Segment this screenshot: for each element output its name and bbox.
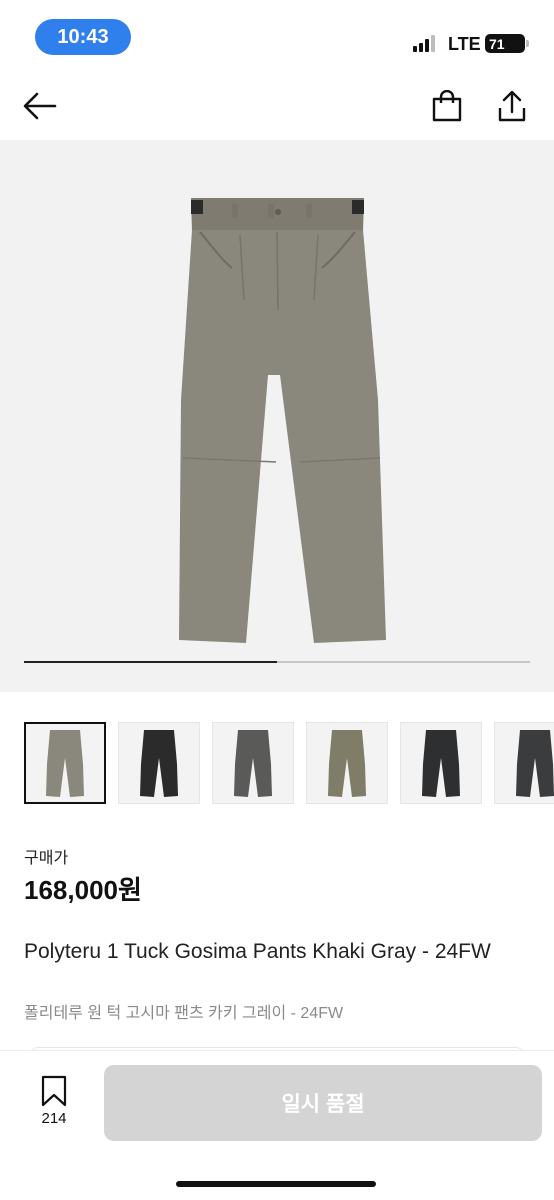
thumbnail-pants-image <box>328 730 366 797</box>
battery-icon: 71 <box>485 34 525 53</box>
signal-icon <box>413 35 435 52</box>
thumbnail-pants-image <box>234 730 272 797</box>
back-button[interactable] <box>20 86 60 126</box>
network-type: LTE <box>448 34 481 54</box>
thumbnail-pants-image <box>46 730 84 797</box>
battery-tip <box>526 40 529 47</box>
thumbnail-charcoal[interactable] <box>212 722 294 804</box>
bookmark-button[interactable]: 214 <box>30 1075 78 1135</box>
thumbnail-black-2[interactable] <box>400 722 482 804</box>
thumbnail-black[interactable] <box>118 722 200 804</box>
home-indicator <box>176 1181 376 1187</box>
price-label: 구매가 <box>24 850 69 867</box>
cart-button[interactable] <box>427 86 467 126</box>
status-time: 10:43 <box>35 19 131 55</box>
bookmark-count: 214 <box>41 1110 67 1127</box>
carousel-progress <box>24 661 530 663</box>
thumbnail-pants-image <box>422 730 460 797</box>
soldout-button[interactable]: 일시 품절 <box>104 1065 542 1141</box>
product-title: Polyteru 1 Tuck Gosima Pants Khaki Gray … <box>24 940 491 963</box>
thumbnail-dark-gray[interactable] <box>494 722 554 804</box>
bookmark-icon <box>41 1075 67 1107</box>
share-button[interactable] <box>492 86 532 126</box>
battery-level: 71 <box>489 35 505 52</box>
price-value: 168,000원 <box>24 875 142 905</box>
bottom-action-bar: 214 일시 품절 <box>0 1050 554 1200</box>
thumbnail-khaki-gray[interactable] <box>24 722 106 804</box>
top-navigation <box>0 72 554 140</box>
share-icon <box>498 90 526 122</box>
product-image <box>179 198 386 643</box>
thumbnail-pants-image <box>516 730 554 797</box>
carousel-progress-fill <box>24 661 277 663</box>
product-subtitle: 폴리테루 원 턱 고시마 팬츠 카키 그레이 - 24FW <box>24 1005 344 1022</box>
status-bar: 10:43 LTE 71 <box>0 0 554 72</box>
thumbnail-list <box>24 722 554 806</box>
shopping-bag-icon <box>432 90 462 122</box>
product-image-carousel[interactable] <box>0 140 554 692</box>
arrow-left-icon <box>23 92 57 120</box>
thumbnail-pants-image <box>140 730 178 797</box>
thumbnail-khaki[interactable] <box>306 722 388 804</box>
